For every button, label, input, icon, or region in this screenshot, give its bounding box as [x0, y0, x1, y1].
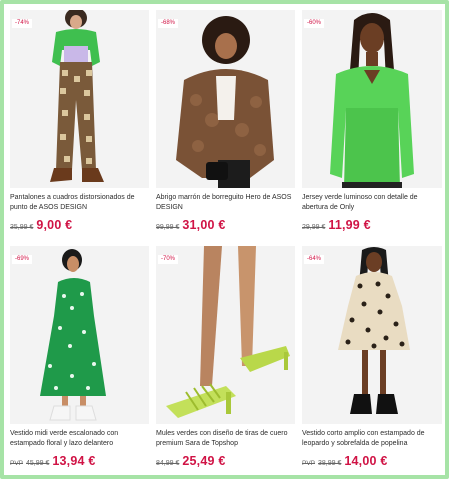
original-price: 84,99 €	[156, 460, 180, 467]
sale-price: 25,49 €	[182, 454, 226, 468]
original-price: 38,99 €	[318, 460, 342, 467]
product-title[interactable]: Vestido midi verde escalonado con estamp…	[10, 429, 149, 449]
product-card[interactable]: -60% Jersey verde luminoso con detalle d…	[302, 10, 442, 246]
product-card[interactable]: -68% Abrigo marrón de borreguito Hero de…	[156, 10, 295, 246]
product-title[interactable]: Jersey verde luminoso con detalle de abe…	[302, 193, 442, 213]
original-price: 29,99 €	[302, 224, 326, 231]
price-row: 99,99 € 31,00 €	[156, 218, 295, 232]
product-title[interactable]: Abrigo marrón de borreguito Hero de ASOS…	[156, 193, 295, 213]
sale-price: 31,00 €	[182, 218, 226, 232]
product-image[interactable]: -74%	[10, 10, 149, 188]
price-row: PVP 45,99 € 13,94 €	[10, 454, 149, 468]
discount-badge: -68%	[158, 19, 179, 28]
sale-price: 14,00 €	[344, 454, 388, 468]
sale-price: 9,00 €	[36, 218, 73, 232]
price-row: 29,99 € 11,99 €	[302, 218, 442, 232]
discount-badge: -64%	[304, 255, 325, 264]
original-price: 35,99 €	[10, 224, 34, 231]
discount-badge: -70%	[158, 255, 179, 264]
rrp-label: PVP	[302, 460, 316, 467]
product-title[interactable]: Pantalones a cuadros distorsionados de p…	[10, 193, 149, 213]
rrp-label: PVP	[10, 460, 24, 467]
product-image[interactable]: -70%	[156, 246, 295, 424]
sale-price: 13,94 €	[52, 454, 96, 468]
original-price: 99,99 €	[156, 224, 180, 231]
sale-price: 11,99 €	[328, 218, 371, 232]
original-price: 45,99 €	[26, 460, 50, 467]
product-image[interactable]: -64%	[302, 246, 442, 424]
product-card[interactable]: -70% Mules verdes con diseño de tiras de…	[156, 246, 295, 482]
product-image[interactable]: -69%	[10, 246, 149, 424]
product-card[interactable]: -69% Vestido midi verde escalonado con e…	[10, 246, 149, 482]
product-image[interactable]: -68%	[156, 10, 295, 188]
product-grid: -74% Pantalones a cuadros distorsionados…	[10, 10, 442, 482]
price-row: 35,99 € 9,00 €	[10, 218, 149, 232]
product-title[interactable]: Vestido corto amplio con estampado de le…	[302, 429, 442, 449]
discount-badge: -74%	[12, 19, 33, 28]
price-row: 84,99 € 25,49 €	[156, 454, 295, 468]
product-image[interactable]: -60%	[302, 10, 442, 188]
product-title[interactable]: Mules verdes con diseño de tiras de cuer…	[156, 429, 295, 449]
product-card[interactable]: -74% Pantalones a cuadros distorsionados…	[10, 10, 149, 246]
product-card[interactable]: -64% Vestido corto amplio con estampado …	[302, 246, 442, 482]
discount-badge: -60%	[304, 19, 325, 28]
price-row: PVP 38,99 € 14,00 €	[302, 454, 442, 468]
discount-badge: -69%	[12, 255, 33, 264]
